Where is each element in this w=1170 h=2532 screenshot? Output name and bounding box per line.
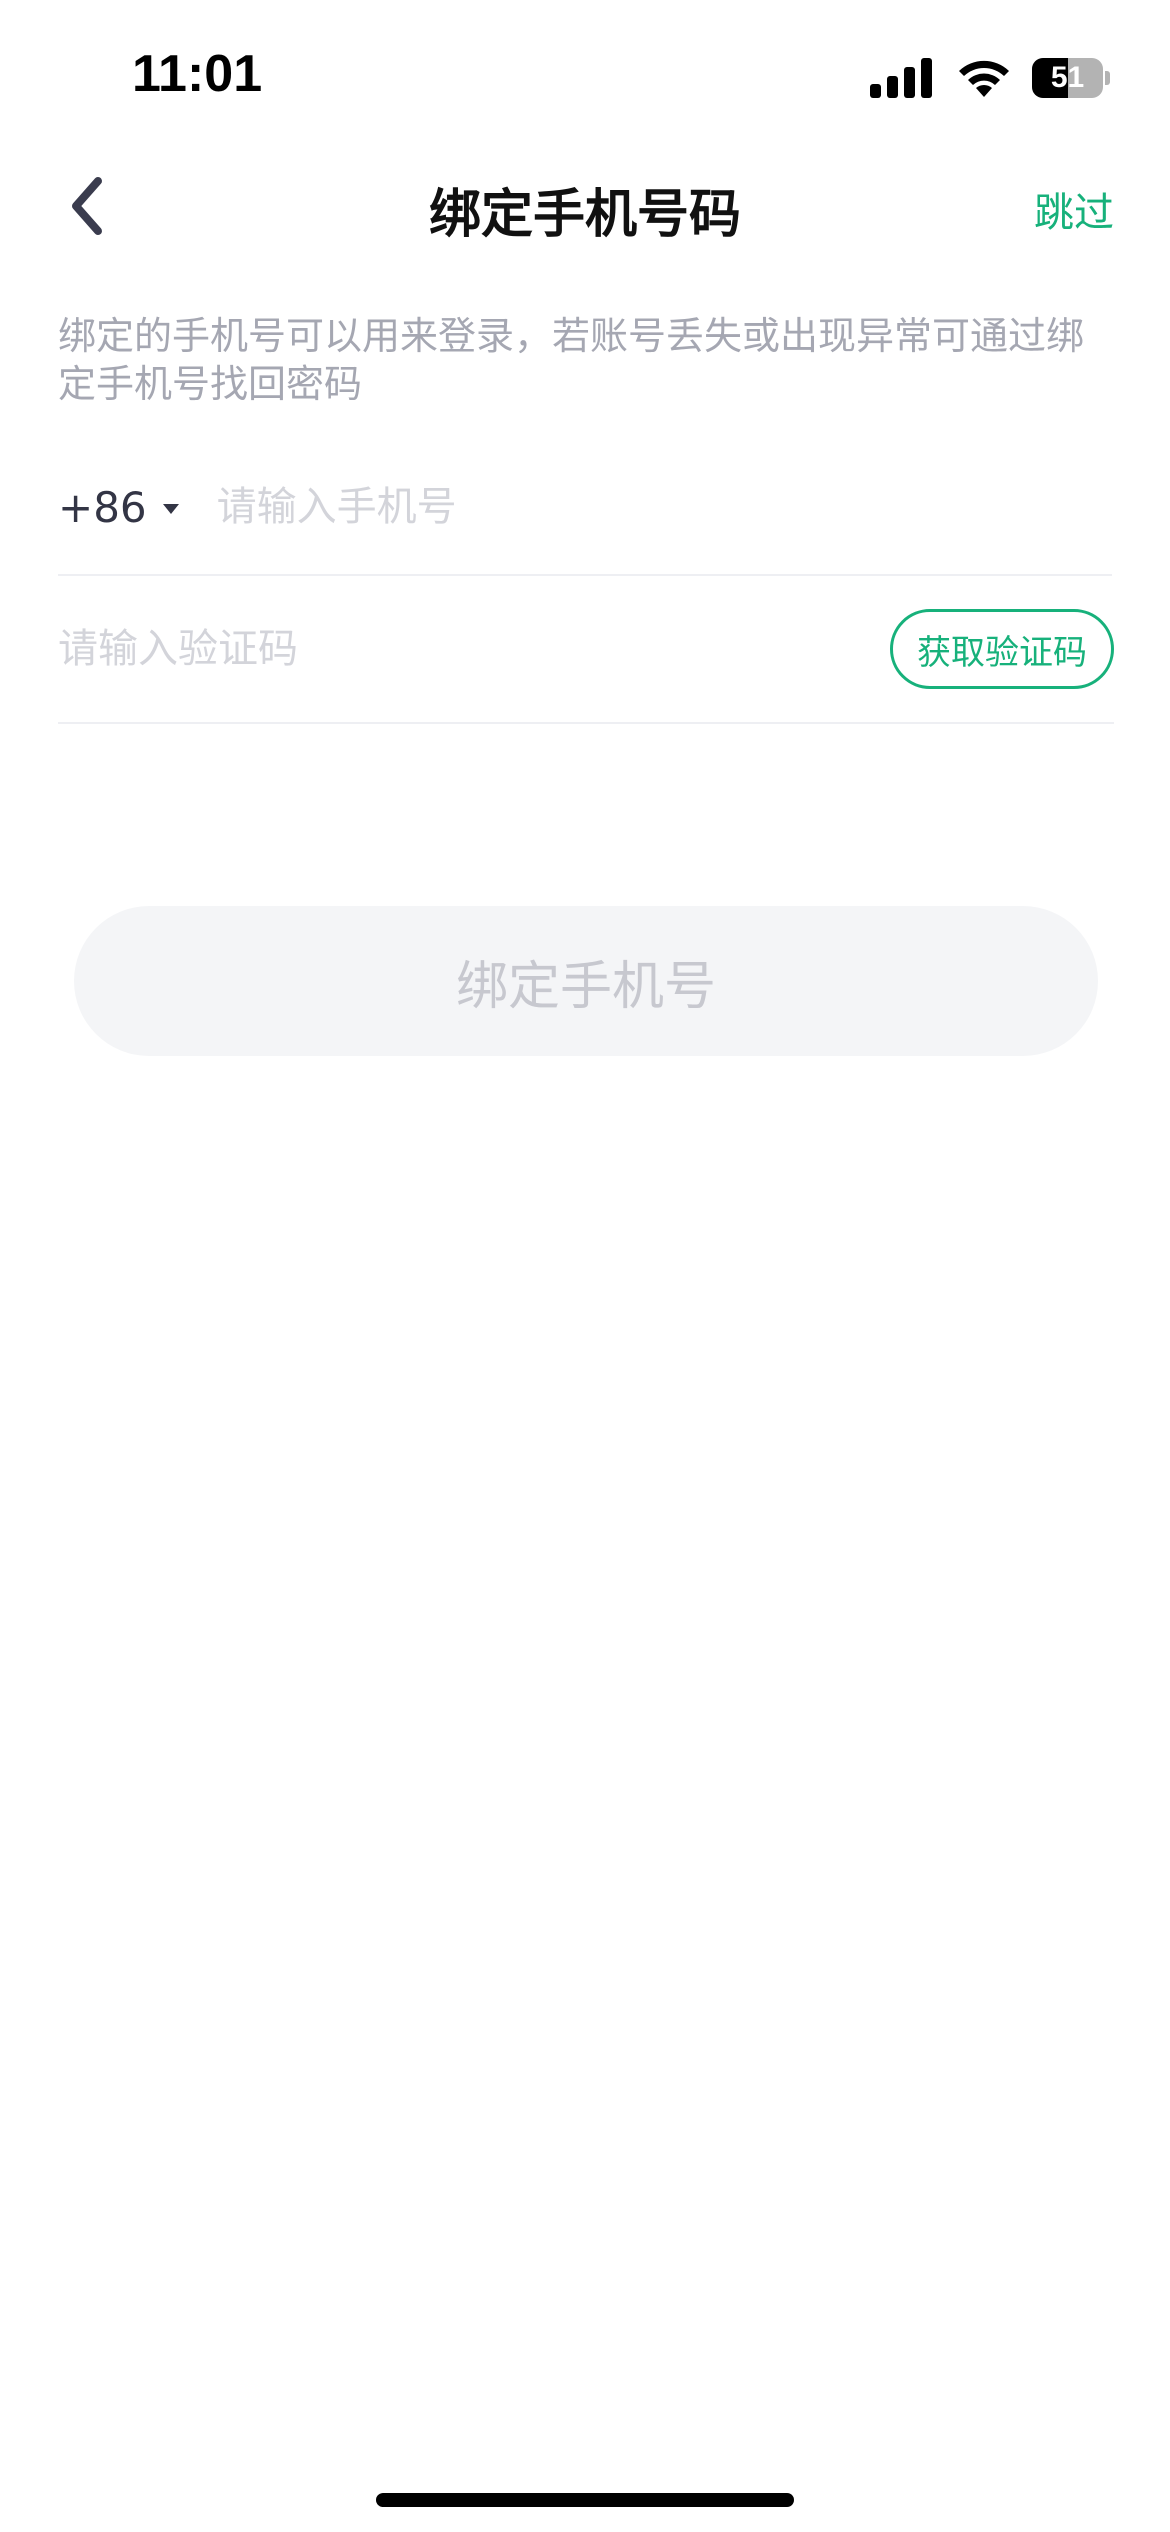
- country-code-selector[interactable]: +86: [58, 483, 179, 532]
- skip-button[interactable]: 跳过: [1034, 180, 1114, 238]
- home-indicator: [376, 2493, 794, 2507]
- country-code-label: +86: [58, 482, 147, 532]
- signal-icon: [870, 58, 932, 98]
- verification-code-row: 获取验证码: [58, 576, 1114, 724]
- get-code-button[interactable]: 获取验证码: [890, 609, 1114, 689]
- caret-down-icon: [162, 504, 179, 514]
- page-title: 绑定手机号码: [428, 185, 741, 245]
- battery-level: 51: [1050, 61, 1085, 94]
- verification-code-input[interactable]: [58, 626, 890, 672]
- phone-number-input[interactable]: [216, 484, 1112, 530]
- wifi-icon: [959, 60, 1009, 97]
- bind-phone-button[interactable]: 绑定手机号: [74, 906, 1098, 1056]
- status-time: 11:01: [132, 45, 263, 103]
- battery-icon: 51: [1032, 58, 1110, 98]
- bind-phone-screen: 11:01 51 绑定手机号码 跳过 绑定的手机号可以用来登录，若账号丢失或出现: [0, 0, 1170, 2532]
- description-text: 绑定的手机号可以用来登录，若账号丢失或出现异常可通过绑定手机号找回密码: [58, 314, 1085, 406]
- phone-number-row: +86: [58, 440, 1112, 576]
- status-icons: 51: [870, 56, 1110, 100]
